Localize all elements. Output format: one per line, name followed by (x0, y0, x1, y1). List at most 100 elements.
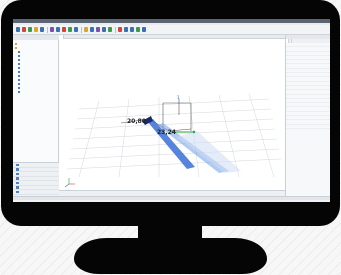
toolbar-button-icon[interactable] (90, 27, 94, 32)
node-icon (18, 79, 20, 81)
list-icon (16, 168, 19, 171)
support-node[interactable] (192, 130, 196, 134)
toolbar-button-icon[interactable] (142, 27, 146, 32)
toolbar-button-icon[interactable] (102, 27, 106, 32)
properties-panel (285, 35, 330, 196)
property-key (286, 120, 307, 123)
toolbar-button-icon[interactable] (16, 27, 20, 32)
toolbar-button-icon[interactable] (74, 27, 78, 32)
property-value[interactable] (307, 120, 330, 123)
node-icon (18, 59, 20, 61)
property-value[interactable] (307, 86, 330, 89)
dimension-a-label: 20,80 (127, 118, 146, 125)
property-value[interactable] (307, 99, 330, 102)
toolbar-button-icon[interactable] (50, 27, 54, 32)
node-icon (18, 87, 20, 89)
node-icon (18, 55, 20, 57)
property-value[interactable] (307, 95, 330, 98)
toolbar-button-icon[interactable] (124, 27, 128, 32)
property-value[interactable] (307, 60, 330, 63)
node-icon (18, 83, 20, 85)
property-key (286, 43, 307, 46)
property-key (286, 86, 307, 89)
property-row[interactable] (286, 125, 330, 129)
list-icon (16, 172, 19, 175)
toolbar-button-icon[interactable] (68, 27, 72, 32)
properties-list (286, 43, 330, 129)
folder-icon (15, 47, 17, 49)
property-value[interactable] (307, 77, 330, 80)
property-value[interactable] (307, 103, 330, 106)
property-value[interactable] (307, 116, 330, 119)
property-key (286, 116, 307, 119)
node-icon (18, 75, 20, 77)
node-icon (18, 51, 20, 53)
list-icon (16, 163, 19, 166)
property-key (286, 64, 307, 67)
toolbar-button-icon[interactable] (22, 27, 26, 32)
toolbar-button-icon[interactable] (28, 27, 32, 32)
model-tree (15, 42, 58, 94)
property-key (286, 77, 307, 80)
coordinate-triad (64, 178, 75, 188)
property-value[interactable] (307, 112, 330, 115)
toolbar-button-icon[interactable] (96, 27, 100, 32)
toolbar-separator (115, 27, 116, 33)
node-icon (18, 71, 20, 73)
property-value[interactable] (307, 56, 330, 59)
property-value[interactable] (307, 52, 330, 55)
property-value[interactable] (307, 73, 330, 76)
property-key (286, 103, 307, 106)
toolbar-button-icon[interactable] (108, 27, 112, 32)
property-value[interactable] (307, 82, 330, 85)
toolbar-button-icon[interactable] (40, 27, 44, 32)
toolbar-button-icon[interactable] (34, 27, 38, 32)
property-key (286, 47, 307, 50)
toolbar-separator (47, 27, 48, 33)
dimension-b-label: 23,24 (157, 129, 176, 136)
screen: 20,80 23,24 1 (13, 19, 330, 202)
axis-label: 1 (177, 95, 180, 100)
output-header (13, 197, 330, 200)
property-key (286, 73, 307, 76)
property-value[interactable] (307, 90, 330, 93)
toolbar (13, 25, 330, 35)
monitor-stand (74, 238, 267, 274)
node-icon (18, 67, 20, 69)
toolbar-button-icon[interactable] (62, 27, 66, 32)
toolbar-button-icon[interactable] (136, 27, 140, 32)
property-key (286, 125, 307, 128)
property-key (286, 52, 307, 55)
model-tree-panel (13, 35, 59, 196)
model-tree-header (13, 35, 59, 40)
list-icon (16, 186, 19, 189)
toolbar-button-icon[interactable] (130, 27, 134, 32)
panel-list (13, 162, 59, 196)
property-key (286, 112, 307, 115)
property-value[interactable] (307, 125, 330, 128)
property-value[interactable] (307, 69, 330, 72)
toolbar-button-icon[interactable] (56, 27, 60, 32)
list-icon (16, 190, 19, 193)
property-key (286, 82, 307, 85)
property-value[interactable] (307, 43, 330, 46)
toolbar-separator (81, 27, 82, 33)
viewport-scene[interactable]: 20,80 23,24 1 (59, 39, 285, 190)
property-value[interactable] (307, 47, 330, 50)
panel-list-item[interactable] (13, 190, 59, 195)
property-key (286, 69, 307, 72)
output-panel (13, 196, 330, 202)
property-key (286, 56, 307, 59)
folder-icon (15, 43, 17, 45)
node-icon (18, 91, 20, 93)
node-icon (18, 63, 20, 65)
monitor: 20,80 23,24 1 (0, 0, 341, 275)
toolbar-button-icon[interactable] (118, 27, 122, 32)
toolbar-button-icon[interactable] (84, 27, 88, 32)
property-key (286, 95, 307, 98)
list-icon (16, 177, 19, 180)
tree-item[interactable] (15, 90, 58, 94)
property-value[interactable] (307, 107, 330, 110)
property-value[interactable] (307, 64, 330, 67)
3d-viewport[interactable]: 20,80 23,24 1 (59, 35, 285, 196)
